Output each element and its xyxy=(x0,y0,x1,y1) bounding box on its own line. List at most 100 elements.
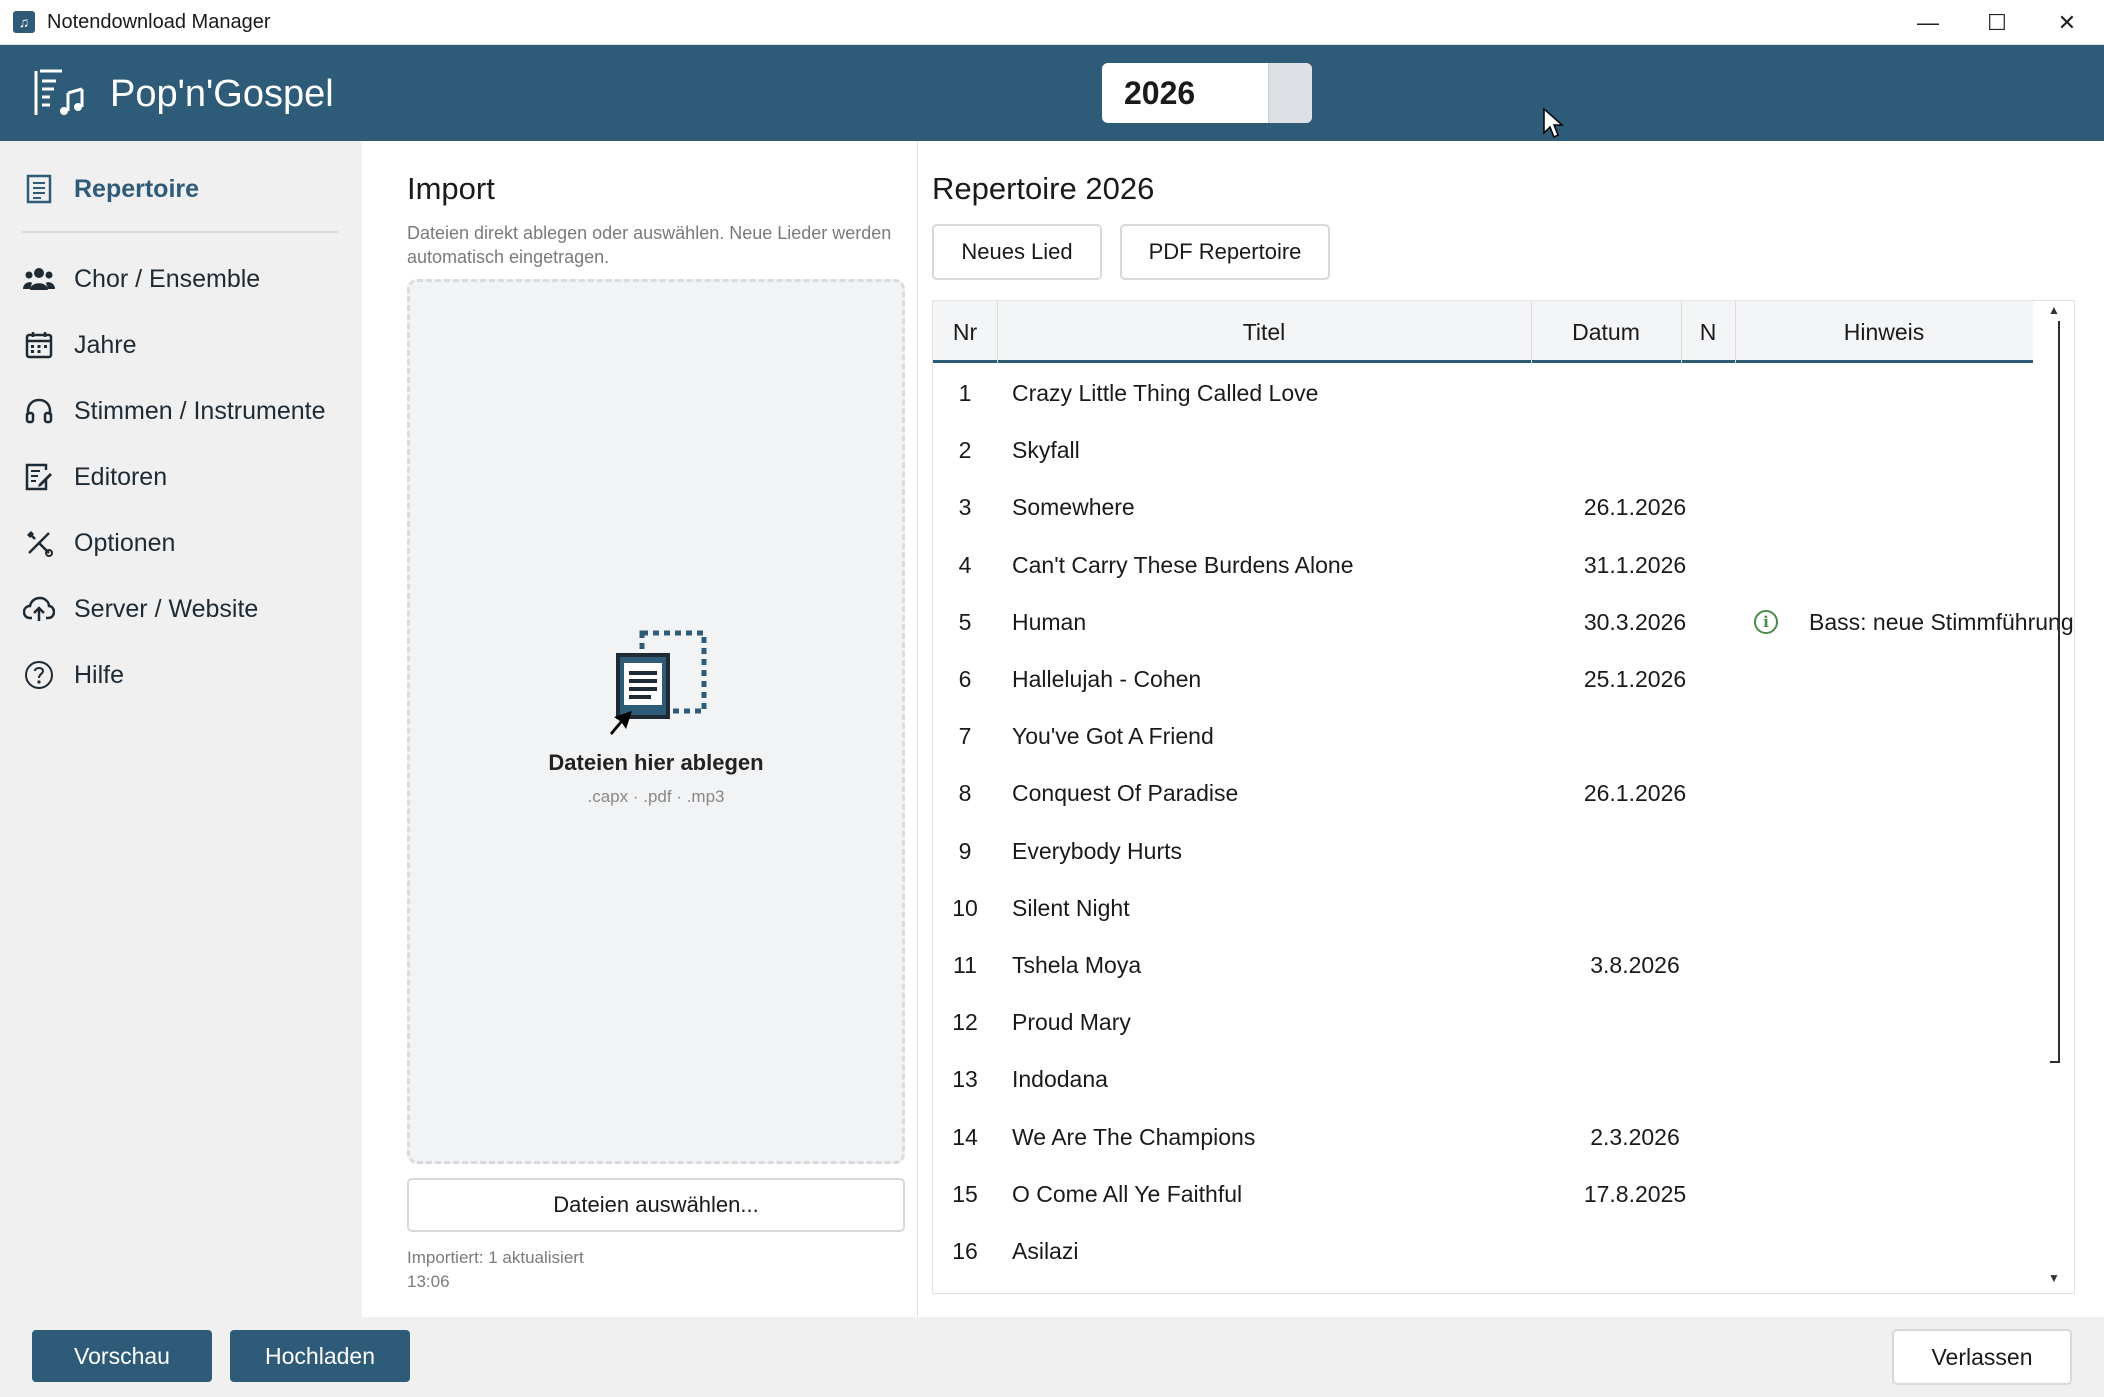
upload-button[interactable]: Hochladen xyxy=(230,1330,410,1382)
import-status: Importiert: 1 aktualisiert 13:06 xyxy=(407,1246,584,1294)
table-row[interactable]: 11 Tshela Moya 3.8.2026 xyxy=(933,937,2033,994)
table-row[interactable]: 12 Proud Mary xyxy=(933,994,2033,1051)
minimize-button[interactable]: — xyxy=(1893,0,1963,45)
drop-file-icon xyxy=(610,630,707,735)
sidebar-item-label: Stimmen / Instrumente xyxy=(74,396,326,425)
song-title: Asilazi xyxy=(1012,1238,1079,1264)
note-indicator xyxy=(1739,1109,1793,1166)
sidebar-item-chor-ensemble[interactable]: Chor / Ensemble xyxy=(22,257,260,301)
song-title: Proud Mary xyxy=(1012,1009,1131,1036)
note-indicator: i xyxy=(1739,594,1793,651)
music-list-logo-icon xyxy=(34,69,84,115)
new-song-button[interactable]: Neues Lied xyxy=(932,224,1102,280)
note-indicator xyxy=(1739,651,1793,708)
import-status-time: 13:06 xyxy=(407,1272,450,1291)
file-dropzone[interactable]: Dateien hier ablegen .capx · .pdf · .mp3 xyxy=(407,279,905,1164)
song-date: 17.8.2025 xyxy=(1583,1180,1687,1207)
year-selector[interactable]: 2026 xyxy=(1102,63,1312,123)
sidebar: Repertoire Chor / Ensemble Jahre Stimmen… xyxy=(0,141,362,1317)
song-date: 30.3.2026 xyxy=(1583,608,1687,635)
note-indicator xyxy=(1739,1166,1793,1223)
table-row[interactable]: 9 Everybody Hurts xyxy=(933,823,2033,880)
note-indicator xyxy=(1739,537,1793,594)
note-indicator xyxy=(1739,1223,1793,1280)
maximize-button[interactable]: ☐ xyxy=(1962,0,2032,45)
sidebar-item-hilfe[interactable]: Hilfe xyxy=(22,653,124,697)
window-titlebar: ♫ Notendownload Manager xyxy=(0,0,2104,45)
row-number: 10 xyxy=(952,894,978,921)
row-number: 15 xyxy=(952,1180,978,1207)
brand-name: Pop'n'Gospel xyxy=(110,73,334,115)
column-header-datum[interactable]: Datum xyxy=(1531,301,1681,363)
sidebar-item-optionen[interactable]: Optionen xyxy=(22,521,175,565)
info-icon[interactable]: i xyxy=(1754,610,1778,635)
table-row[interactable]: 4 Can't Carry These Burdens Alone 31.1.202… xyxy=(933,537,2033,594)
preview-button[interactable]: Vorschau xyxy=(32,1330,212,1382)
row-number: 12 xyxy=(952,1009,978,1036)
song-title: Somewhere xyxy=(1012,494,1135,521)
sidebar-item-server-website[interactable]: Server / Website xyxy=(22,587,258,631)
help-icon xyxy=(22,658,56,692)
song-title: Silent Night xyxy=(1012,894,1130,921)
tools-icon xyxy=(22,526,56,560)
column-header-hinweis[interactable]: Hinweis xyxy=(1735,301,2033,363)
sidebar-item-repertoire[interactable]: Repertoire xyxy=(22,167,199,211)
exit-button[interactable]: Verlassen xyxy=(1892,1329,2072,1385)
song-date xyxy=(1531,422,1739,479)
repertoire-icon xyxy=(22,172,56,206)
table-row[interactable]: 16 Asilazi xyxy=(933,1223,2033,1280)
sidebar-item-stimmen-instrumente[interactable]: Stimmen / Instrumente xyxy=(22,389,325,433)
song-title: Can't Carry These Burdens Alone xyxy=(1012,551,1354,578)
table-row[interactable]: 1 Crazy Little Thing Called Love xyxy=(933,365,2033,422)
sidebar-item-editoren[interactable]: Editoren xyxy=(22,455,167,499)
table-row[interactable]: 6 Hallelujah - Cohen 25.1.2026 xyxy=(933,651,2033,708)
song-title: We Are The Champions xyxy=(1012,1123,1256,1150)
row-number: 11 xyxy=(953,952,977,978)
song-date xyxy=(1531,880,1739,937)
song-date xyxy=(1531,1223,1739,1280)
sidebar-item-jahre[interactable]: Jahre xyxy=(22,323,137,367)
table-row[interactable]: 10 Silent Night xyxy=(933,880,2033,937)
table-row[interactable]: 13 Indodana xyxy=(933,1051,2033,1108)
table-row[interactable]: 8 Conquest Of Paradise 26.1.2026 xyxy=(933,765,2033,822)
app-header: Pop'n'Gospel 2026 xyxy=(0,45,2104,141)
column-header-nr[interactable]: Nr xyxy=(933,301,997,363)
row-number: 3 xyxy=(958,494,972,521)
pdf-repertoire-button[interactable]: PDF Repertoire xyxy=(1120,224,1330,280)
scroll-up-arrow-icon[interactable]: ▲ xyxy=(2048,303,2060,317)
column-header-n[interactable]: N xyxy=(1681,301,1735,363)
song-hint: Bass: neue Stimmführung xyxy=(1809,608,2074,635)
sidebar-item-label: Optionen xyxy=(74,528,176,557)
table-row[interactable]: 2 Skyfall xyxy=(933,422,2033,479)
table-row[interactable]: 15 O Come All Ye Faithful 17.8.2025 xyxy=(933,1166,2033,1223)
song-title: Hallelujah - Cohen xyxy=(1012,666,1202,692)
mouse-cursor-icon xyxy=(1543,107,1564,139)
column-header-titel[interactable]: Titel xyxy=(997,301,1531,363)
year-value[interactable]: 2026 xyxy=(1102,63,1268,123)
song-title: Crazy Little Thing Called Love xyxy=(1012,380,1319,406)
app-icon: ♫ xyxy=(13,11,35,33)
table-row[interactable]: 3 Somewhere 26.1.2026 xyxy=(933,479,2033,536)
table-row[interactable]: 5 Human 30.3.2026 i Bass: neue Stimmführung xyxy=(933,594,2074,651)
note-indicator xyxy=(1739,937,1793,994)
song-title: You've Got A Friend xyxy=(1012,723,1214,750)
note-indicator xyxy=(1739,1051,1793,1108)
select-files-button[interactable]: Dateien auswählen... xyxy=(407,1178,905,1232)
song-date: 31.1.2026 xyxy=(1583,551,1687,578)
scrollbar-thumb[interactable] xyxy=(2058,321,2060,1063)
repertoire-title: Repertoire 2026 xyxy=(932,171,1155,206)
calendar-icon xyxy=(22,328,56,362)
note-indicator xyxy=(1739,479,1793,536)
row-number: 5 xyxy=(958,608,972,635)
scroll-down-arrow-icon[interactable]: ▼ xyxy=(2048,1271,2060,1285)
table-row[interactable]: 14 We Are The Champions 2.3.2026 xyxy=(933,1109,2033,1166)
row-number: 14 xyxy=(952,1123,978,1150)
year-dropdown-button[interactable] xyxy=(1268,63,1312,123)
song-date: 25.1.2026 xyxy=(1583,666,1687,692)
table-header: Nr Titel Datum N Hinweis xyxy=(933,301,2033,363)
song-date: 3.8.2026 xyxy=(1590,952,1680,978)
import-title: Import xyxy=(407,171,495,206)
close-button[interactable]: ✕ xyxy=(2032,0,2102,45)
table-row[interactable]: 7 You've Got A Friend xyxy=(933,708,2033,765)
import-panel: Import Dateien direkt ablegen oder auswä… xyxy=(362,141,918,1317)
